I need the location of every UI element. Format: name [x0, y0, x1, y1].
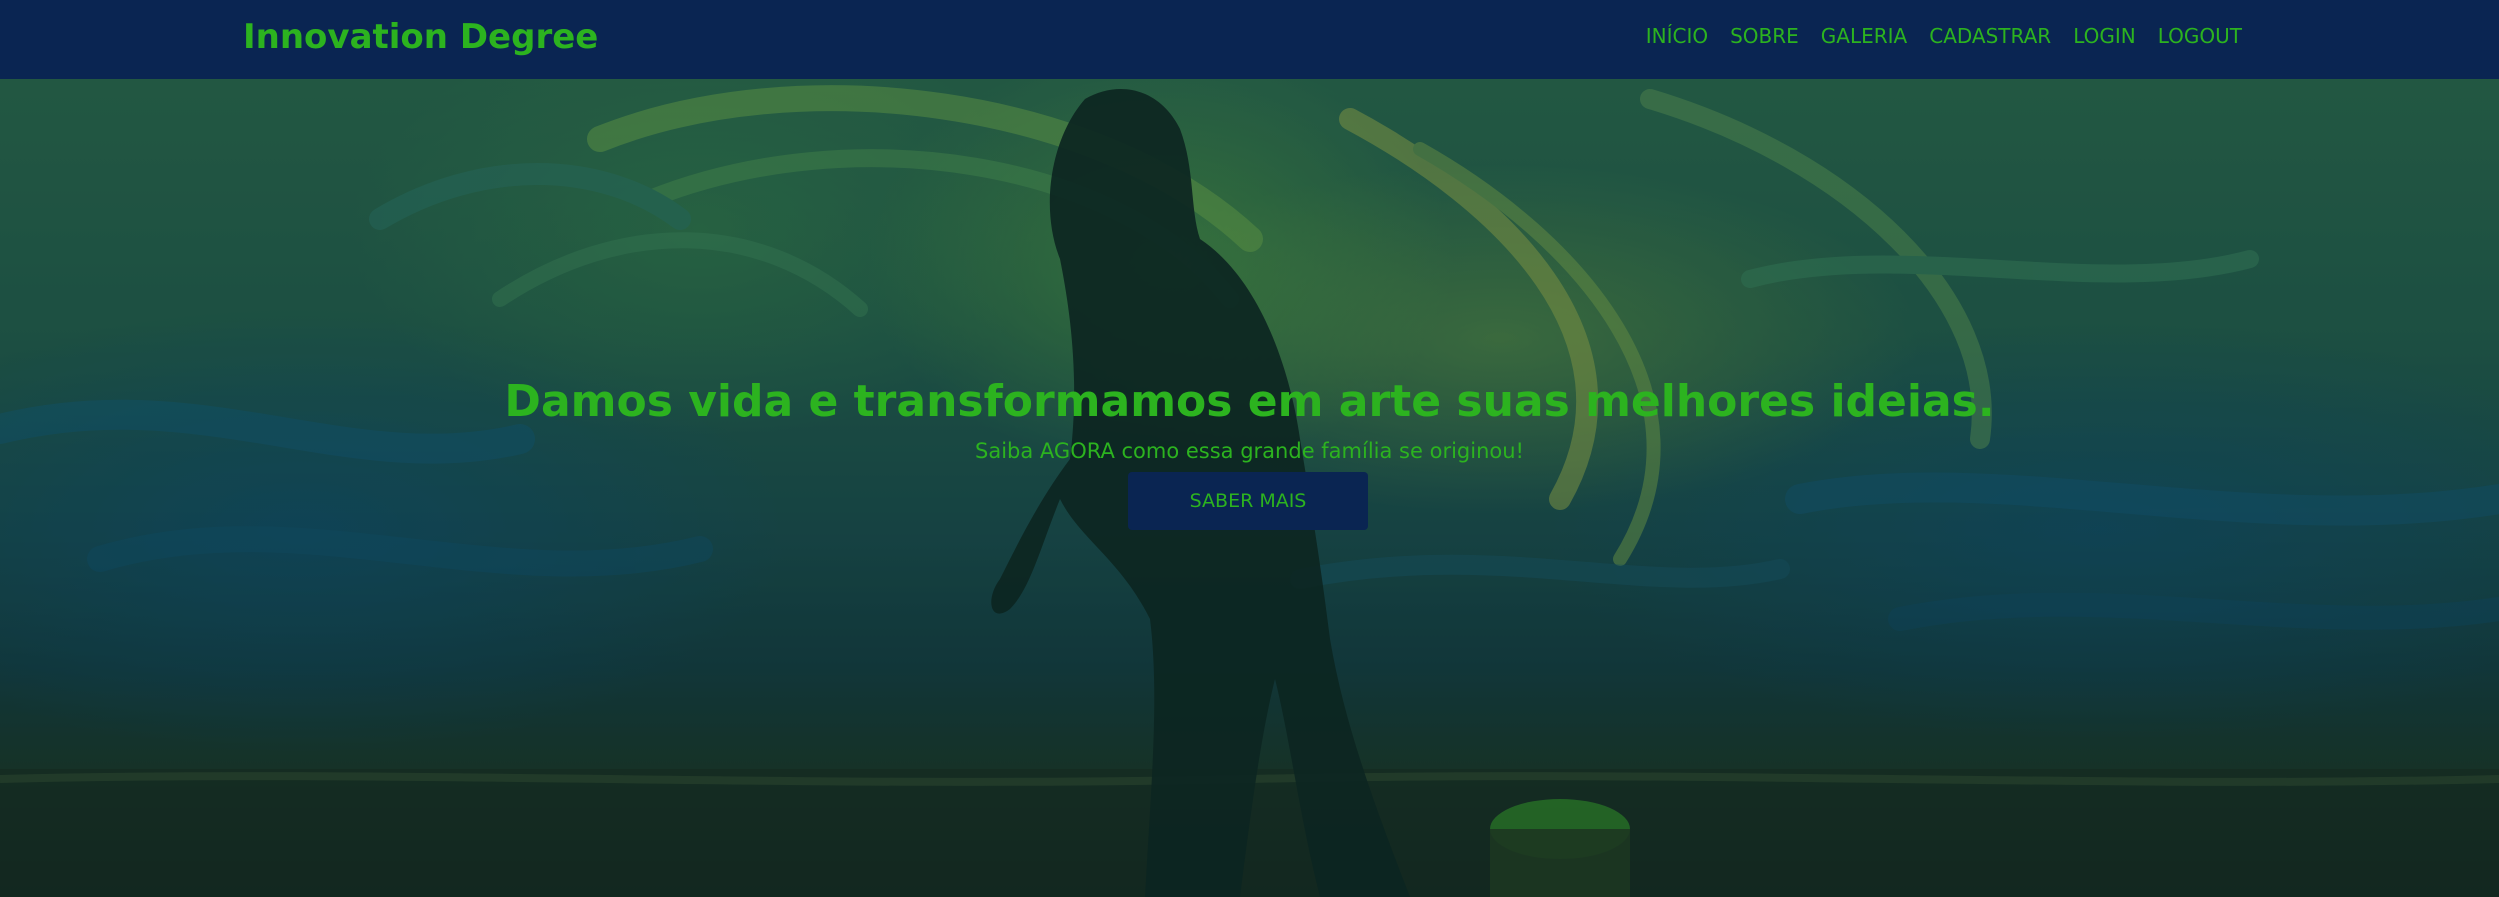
navbar: Innovation Degree INÍCIO SOBRE GALERIA C…	[0, 0, 2499, 79]
nav-links: INÍCIO SOBRE GALERIA CADASTRAR LOGIN LOG…	[1646, 22, 2242, 50]
hero-title: Damos vida e transformamos em arte suas …	[504, 376, 1995, 427]
nav-link-sobre[interactable]: SOBRE	[1730, 22, 1799, 50]
hero-section: Damos vida e transformamos em arte suas …	[0, 79, 2499, 897]
nav-link-inicio[interactable]: INÍCIO	[1646, 22, 1708, 50]
brand-logo[interactable]: Innovation Degree	[243, 14, 598, 60]
nav-link-cadastrar[interactable]: CADASTRAR	[1929, 22, 2051, 50]
nav-link-galeria[interactable]: GALERIA	[1821, 22, 1907, 50]
saber-mais-button[interactable]: SABER MAIS	[1128, 472, 1368, 530]
nav-link-logout[interactable]: LOGOUT	[2158, 22, 2242, 50]
nav-link-login[interactable]: LOGIN	[2073, 22, 2136, 50]
hero-subtitle: Saiba AGORA como essa grande família se …	[975, 439, 1524, 463]
